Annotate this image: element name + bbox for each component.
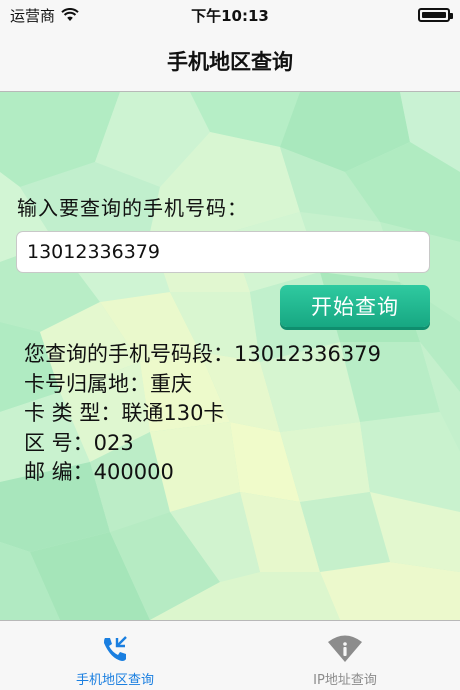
tab-phone-lookup[interactable]: 手机地区查询 [0, 621, 230, 690]
phone-number-input[interactable] [16, 231, 430, 273]
wifi-info-icon [328, 635, 362, 662]
result-postal-code: 邮 编：400000 [24, 460, 174, 484]
start-query-button[interactable]: 开始查询 [280, 285, 430, 327]
phone-prompt-label: 输入要查询的手机号码： [17, 196, 248, 220]
battery-icon [418, 8, 453, 22]
content-area: 输入要查询的手机号码： 开始查询 您查询的手机号码段：13012336379 卡… [0, 92, 460, 620]
result-number-segment: 您查询的手机号码段：13012336379 [24, 342, 381, 366]
wifi-icon [61, 8, 79, 21]
tab-phone-lookup-label: 手机地区查询 [75, 673, 154, 688]
tab-bar: 手机地区查询 IP地址查询 [0, 620, 460, 690]
results-panel: 您查询的手机号码段：13012336379 卡号归属地：重庆 卡 类 型：联通1… [24, 340, 381, 488]
status-bar: 运营商 下午10:13 [0, 0, 460, 30]
tab-ip-lookup-label: IP地址查询 [313, 673, 377, 688]
page-title: 手机地区查询 [167, 49, 293, 74]
result-area-code: 区 号：023 [24, 430, 134, 455]
result-card-type: 卡 类 型：联通130卡 [24, 401, 225, 425]
result-location: 卡号归属地：重庆 [24, 371, 192, 396]
phone-icon [104, 636, 127, 661]
nav-bar: 手机地区查询 [0, 30, 460, 92]
status-right [418, 8, 453, 22]
tab-ip-lookup[interactable]: IP地址查询 [230, 621, 460, 690]
carrier-label: 运营商 [10, 6, 56, 25]
status-left: 运营商 [10, 5, 79, 26]
